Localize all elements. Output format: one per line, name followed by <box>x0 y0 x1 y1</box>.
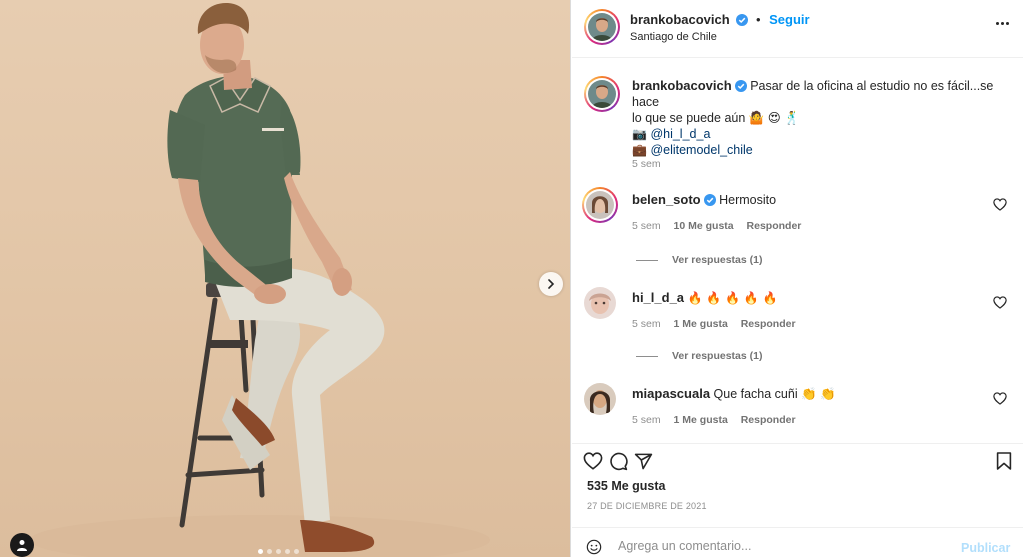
comment-username[interactable]: belen_soto <box>632 192 701 207</box>
like-button[interactable] <box>583 452 603 471</box>
briefcase-icon: 💼 <box>632 143 647 157</box>
comment-avatar[interactable] <box>584 287 616 319</box>
add-comment-bar: Publicar <box>572 527 1023 557</box>
heart-icon <box>993 198 1007 211</box>
caption-text-line2: lo que se puede aún 🤷 😍 🕺 <box>632 111 800 125</box>
verified-badge-icon <box>736 14 749 26</box>
post-media <box>0 0 571 557</box>
comment-likes[interactable]: 1 Me gusta <box>674 318 728 330</box>
reply-button[interactable]: Responder <box>741 414 796 426</box>
heart-icon <box>993 392 1007 405</box>
bookmark-icon <box>996 452 1012 470</box>
comment-avatar[interactable] <box>582 187 618 223</box>
emoji-button[interactable] <box>586 539 602 557</box>
comment-like-button[interactable] <box>993 296 1007 314</box>
carousel-dot <box>276 549 281 554</box>
carousel-dot <box>267 549 272 554</box>
caption-username[interactable]: brankobacovich <box>632 78 732 93</box>
author-avatar-image <box>588 13 616 41</box>
carousel-dot <box>294 549 299 554</box>
comment-likes[interactable]: 1 Me gusta <box>674 414 728 426</box>
comment-time[interactable]: 5 sem <box>632 220 661 232</box>
caption-time[interactable]: 5 sem <box>632 158 661 170</box>
comment-username[interactable]: miapascuala <box>632 386 710 401</box>
post-date[interactable]: 27 DE DICIEMBRE DE 2021 <box>587 501 707 511</box>
caption-avatar[interactable] <box>584 76 620 112</box>
verified-badge-icon <box>703 194 716 206</box>
post-location[interactable]: Santiago de Chile <box>630 31 717 43</box>
comment-text: 🔥 🔥 🔥 🔥 🔥 <box>687 291 778 305</box>
view-replies-label: Ver respuestas (1) <box>672 350 763 362</box>
more-options-icon <box>996 22 999 25</box>
heart-icon <box>993 296 1007 309</box>
tagged-users-button[interactable] <box>10 533 34 557</box>
share-icon <box>634 453 653 470</box>
replies-line <box>636 355 658 357</box>
post-header: brankobacovich • Seguir Santiago de Chil… <box>572 0 1023 58</box>
save-button[interactable] <box>996 452 1012 470</box>
user-tag-icon <box>17 540 27 551</box>
camera-icon: 📷 <box>632 127 647 141</box>
comments-section[interactable]: brankobacovich Pasar de la oficina al es… <box>572 59 1023 443</box>
comment-time[interactable]: 5 sem <box>632 414 661 426</box>
reply-button[interactable]: Responder <box>741 318 796 330</box>
comment-text: Que facha cuñi 👏 👏 <box>713 387 836 401</box>
carousel-dot <box>285 549 290 554</box>
comment-like-button[interactable] <box>993 198 1007 216</box>
replies-line <box>636 259 658 261</box>
author-username[interactable]: brankobacovich <box>630 12 730 27</box>
agency-mention[interactable]: @elitemodel_chile <box>650 143 752 157</box>
follow-button[interactable]: Seguir <box>769 12 809 27</box>
comment-input[interactable] <box>618 536 948 556</box>
comment-avatar-image <box>586 191 614 219</box>
comment-username[interactable]: hi_l_d_a <box>632 290 684 305</box>
comment-icon <box>610 452 628 471</box>
photo-credit-mention[interactable]: @hi_l_d_a <box>650 127 710 141</box>
share-button[interactable] <box>634 452 653 471</box>
comment-avatar[interactable] <box>584 383 616 415</box>
emoji-icon <box>586 539 602 555</box>
comment-text: Hermosito <box>719 193 777 207</box>
author-avatar[interactable] <box>584 9 620 45</box>
post-actions: 535 Me gusta 27 DE DICIEMBRE DE 2021 <box>572 443 1023 527</box>
view-replies-button[interactable]: Ver respuestas (1) <box>636 254 762 266</box>
separator-dot: • <box>755 12 761 27</box>
post-photo <box>30 2 490 557</box>
comment-time[interactable]: 5 sem <box>632 318 661 330</box>
verified-badge-icon <box>734 80 747 92</box>
publish-button[interactable]: Publicar <box>961 541 1010 555</box>
comment-avatar-image <box>584 383 616 415</box>
comment-avatar-image <box>584 287 616 319</box>
view-replies-button[interactable]: Ver respuestas (1) <box>636 350 762 362</box>
carousel-next-button[interactable] <box>539 272 563 296</box>
caption-avatar-image <box>588 80 616 108</box>
chevron-right-icon <box>548 279 555 289</box>
likes-count[interactable]: 535 Me gusta <box>587 479 666 493</box>
comment-like-button[interactable] <box>993 392 1007 410</box>
view-replies-label: Ver respuestas (1) <box>672 254 763 266</box>
comment-likes[interactable]: 10 Me gusta <box>674 220 734 232</box>
post-side-panel: brankobacovich • Seguir Santiago de Chil… <box>572 0 1023 557</box>
carousel-dot <box>258 549 263 554</box>
more-options-button[interactable] <box>996 22 1009 25</box>
carousel-indicator <box>258 549 299 554</box>
reply-button[interactable]: Responder <box>747 220 802 232</box>
heart-icon <box>583 452 603 470</box>
comment-button[interactable] <box>609 452 628 471</box>
